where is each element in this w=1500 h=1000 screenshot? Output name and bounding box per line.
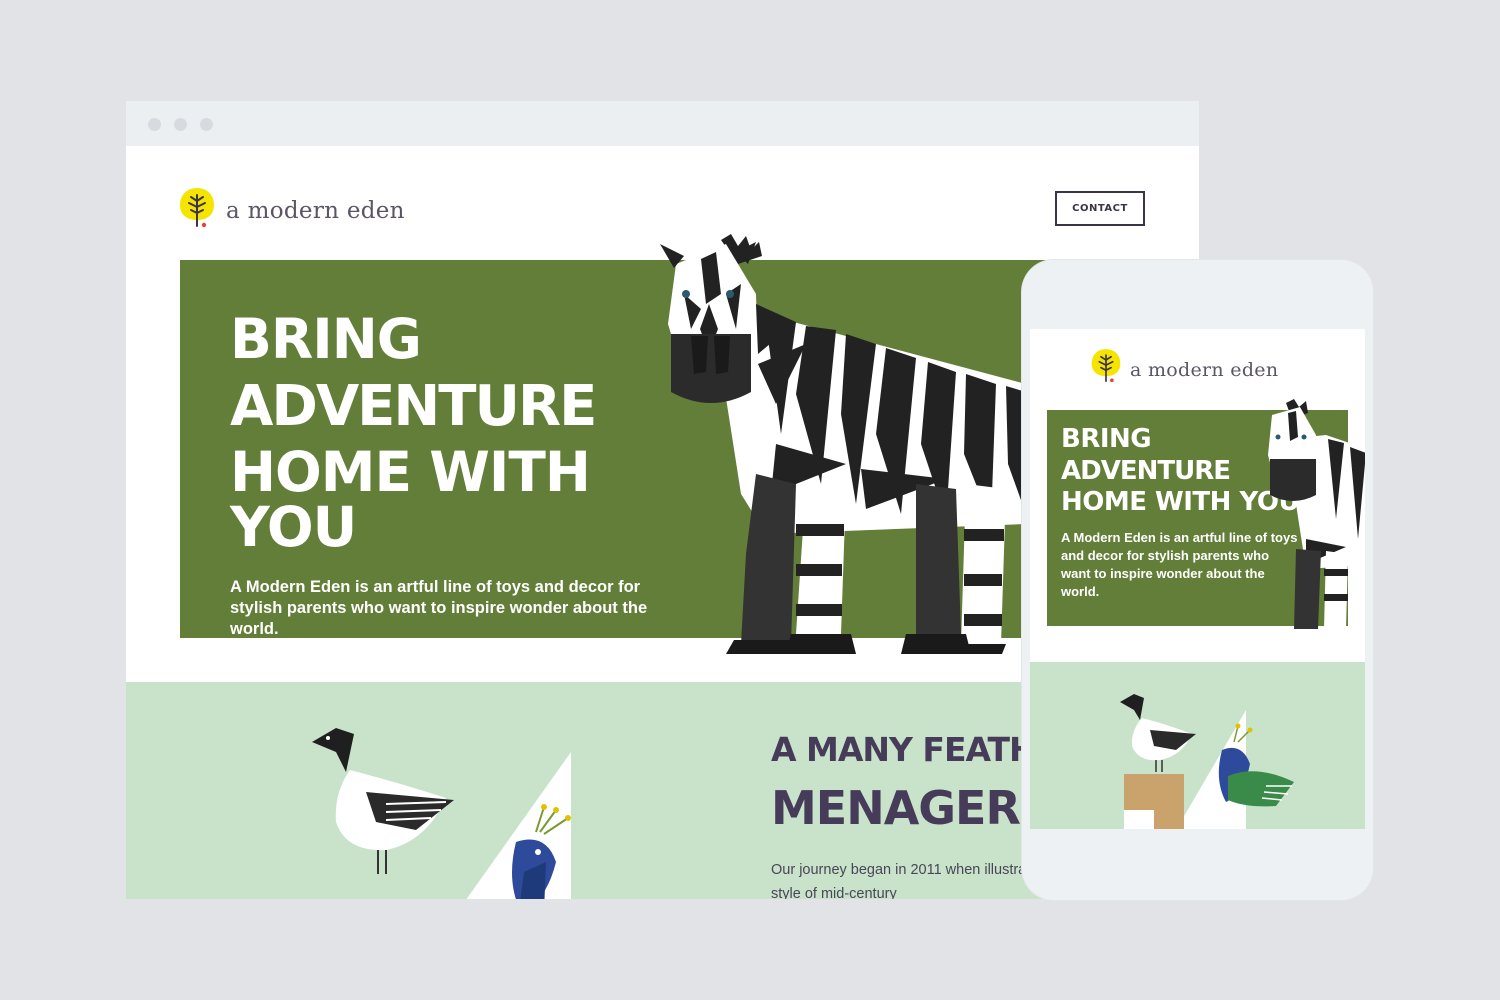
window-dot-2[interactable] [174, 118, 187, 131]
mobile-hero-description: A Modern Eden is an artful line of toys … [1061, 530, 1298, 599]
mobile-feathered-section [1030, 662, 1365, 829]
mobile-screen: a modern eden BRING ADVENTURE HOME WITH … [1030, 329, 1365, 829]
hero-title-line-2: ADVENTURE [230, 374, 597, 439]
browser-title-bar [126, 101, 1199, 146]
window-dot-3[interactable] [200, 118, 213, 131]
mobile-logo-wordmark: a modern eden [1130, 359, 1279, 381]
mobile-phone-mockup: a modern eden BRING ADVENTURE HOME WITH … [1022, 260, 1373, 900]
goose-illustration [1120, 694, 1196, 772]
peacock-illustration [1218, 723, 1294, 807]
mobile-zebra-illustration [1266, 399, 1365, 629]
hero-title-line-3: HOME WITH YOU [230, 440, 591, 559]
zebra-illustration [646, 234, 1026, 670]
birds-illustration [306, 712, 606, 899]
hero-text-block: BRING ADVENTURE HOME WITH YOU A Modern E… [230, 312, 670, 640]
logo-wordmark: a modern eden [226, 198, 405, 224]
goose-illustration [312, 728, 454, 874]
hero-title-line-1: BRING [230, 307, 422, 371]
contact-button[interactable]: CONTACT [1055, 191, 1145, 226]
window-dot-1[interactable] [148, 118, 161, 131]
mobile-birds-illustration [1116, 690, 1316, 829]
tree-logo-icon [180, 188, 214, 228]
site-logo[interactable]: a modern eden [178, 186, 405, 230]
hero-description: A Modern Eden is an artful line of toys … [230, 578, 648, 638]
mobile-site-logo[interactable]: a modern eden [1090, 347, 1278, 385]
tree-logo-icon [1091, 349, 1121, 383]
